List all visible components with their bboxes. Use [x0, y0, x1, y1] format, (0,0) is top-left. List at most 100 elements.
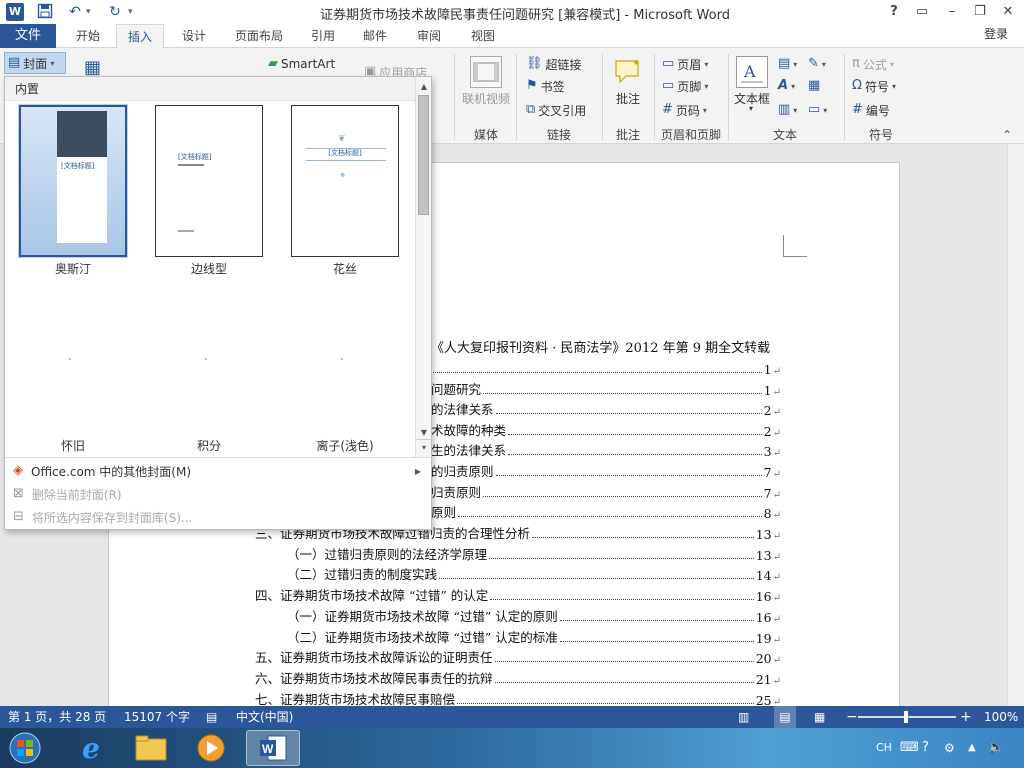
- toc-entry[interactable]: （一）证券期货市场技术故障 “过错” 认定的原则 16 ↵: [287, 605, 781, 625]
- word-count-status[interactable]: 15107 个字: [124, 706, 190, 728]
- comment-button[interactable]: 批注: [608, 90, 648, 107]
- web-layout-icon[interactable]: ▦: [814, 706, 825, 728]
- zoom-level[interactable]: 100%: [984, 706, 1018, 728]
- undo-dropdown-icon[interactable]: ▾: [86, 3, 91, 21]
- tab-review[interactable]: 审阅: [408, 24, 450, 48]
- print-layout-icon[interactable]: ▤: [774, 706, 796, 728]
- equation-button[interactable]: π 公式 ▾: [852, 54, 894, 74]
- cover-thumbnail-austin[interactable]: [文档标题]: [18, 104, 128, 258]
- restore-button[interactable]: ❐: [966, 2, 994, 22]
- cover-thumbnail-filigree[interactable]: ❦ [文档标题] ✥: [291, 105, 399, 257]
- save-selection-to-gallery[interactable]: ⊟ 将所选内容保存到封面库(S)...: [9, 506, 429, 528]
- gallery-scrollbar[interactable]: ▲ ▼ ▾: [415, 77, 432, 457]
- undo-icon[interactable]: ↶: [66, 3, 84, 21]
- tab-mailings[interactable]: 邮件: [354, 24, 396, 48]
- ribbon-display-options-button[interactable]: ▭: [908, 2, 936, 22]
- close-button[interactable]: ✕: [994, 2, 1022, 22]
- drop-cap-button[interactable]: ▥ ▾: [778, 100, 797, 120]
- help-tray-icon[interactable]: ?: [922, 728, 929, 768]
- remove-current-cover[interactable]: ⊠ 删除当前封面(R): [9, 483, 429, 505]
- symbol-button[interactable]: Ω 符号 ▾: [852, 76, 896, 96]
- cover-thumbnail-retrospect[interactable]: [69, 358, 71, 360]
- show-hidden-icons[interactable]: ▲: [968, 728, 976, 768]
- object-button[interactable]: ▭ ▾: [808, 100, 827, 120]
- header-button[interactable]: ▭ 页眉 ▾: [662, 54, 708, 74]
- toc-entry[interactable]: 生的法律关系 3 ↵: [431, 439, 781, 459]
- volume-icon[interactable]: 🔈: [988, 728, 1004, 768]
- toc-leader-dots: [433, 372, 762, 373]
- toc-entry[interactable]: 1 ↵: [431, 357, 781, 377]
- proofing-icon[interactable]: ▤: [206, 706, 217, 728]
- collapse-ribbon-icon[interactable]: ⌃: [1002, 128, 1012, 142]
- gallery-more-icon[interactable]: ▾: [416, 439, 432, 455]
- toc-entry[interactable]: 四、证券期货市场技术故障 “过错” 的认定 16 ↵: [255, 584, 781, 604]
- tab-design[interactable]: 设计: [172, 24, 216, 48]
- wordart-icon: A: [778, 78, 789, 93]
- cover-thumbnail-integral[interactable]: [205, 358, 207, 360]
- cover-page-icon: ▤: [8, 55, 21, 70]
- language-status[interactable]: 中文(中国): [236, 706, 293, 728]
- ime-indicator[interactable]: CH: [876, 728, 892, 768]
- toc-entry[interactable]: （二）证券期货市场技术故障 “过错” 认定的标准 19 ↵: [287, 626, 781, 646]
- word-app-icon[interactable]: W: [6, 3, 24, 21]
- read-mode-icon[interactable]: ▥: [738, 706, 749, 728]
- file-explorer-taskbar-icon[interactable]: [124, 730, 178, 766]
- bookmark-button[interactable]: ⚑ 书签: [526, 76, 565, 96]
- scroll-up-icon[interactable]: ▲: [416, 79, 432, 95]
- toc-entry[interactable]: 归责原则 7 ↵: [431, 481, 781, 501]
- toc-page-number: 13: [755, 527, 772, 542]
- page-count-status[interactable]: 第 1 页，共 28 页: [8, 706, 106, 728]
- gallery-scroll-thumb[interactable]: [418, 95, 429, 215]
- cross-reference-button[interactable]: ⧉ 交叉引用: [526, 100, 586, 120]
- toc-entry[interactable]: 问题研究 1 ↵: [431, 378, 781, 398]
- cover-thumbnail-sideline[interactable]: [文档标题]: [155, 105, 263, 257]
- toc-entry[interactable]: 原则 8 ↵: [431, 501, 781, 521]
- quick-parts-button[interactable]: ▤ ▾: [778, 54, 797, 74]
- table-button[interactable]: ▦: [84, 58, 101, 78]
- toc-entry[interactable]: 六、证券期货市场技术故障民事责任的抗辩 21 ↵: [255, 667, 781, 687]
- settings-tray-icon[interactable]: ⚙: [944, 728, 955, 768]
- toc-entry[interactable]: 五、证券期货市场技术故障诉讼的证明责任 20 ↵: [255, 646, 781, 666]
- tab-page-layout[interactable]: 页面布局: [226, 24, 292, 48]
- tab-insert[interactable]: 插入: [116, 24, 164, 49]
- toc-entry[interactable]: （一）过错归责原则的法经济学原理 13 ↵: [287, 543, 781, 563]
- online-video-button[interactable]: 联机视频: [458, 90, 514, 107]
- zoom-in-button[interactable]: +: [960, 706, 972, 728]
- page-corner-mark: [783, 235, 807, 257]
- keyboard-icon[interactable]: ⌨: [900, 728, 919, 768]
- toc-entry[interactable]: 七、证券期货市场技术故障民事赔偿 25 ↵: [255, 688, 781, 708]
- footer-button[interactable]: ▭ 页脚 ▾: [662, 76, 708, 96]
- tab-home[interactable]: 开始: [66, 24, 110, 48]
- hyperlink-button[interactable]: ⛓ 超链接: [526, 54, 582, 74]
- minimize-button[interactable]: –: [938, 2, 966, 22]
- customize-qat-icon[interactable]: ▾: [128, 3, 133, 21]
- toc-entry[interactable]: 术故障的种类 2 ↵: [431, 419, 781, 439]
- redo-icon[interactable]: ↻: [106, 3, 124, 21]
- vertical-scrollbar[interactable]: [1007, 144, 1024, 706]
- numbering-button[interactable]: # 编号: [852, 100, 890, 120]
- toc-entry[interactable]: （二）过错归责的制度实践 14 ↵: [287, 563, 781, 583]
- word-taskbar-icon[interactable]: W: [246, 730, 300, 766]
- save-icon[interactable]: [36, 3, 54, 21]
- internet-explorer-taskbar-icon[interactable]: e: [64, 730, 118, 766]
- toc-entry[interactable]: 的法律关系 2 ↵: [431, 398, 781, 418]
- start-button[interactable]: [0, 730, 50, 766]
- login-link[interactable]: 登录: [984, 24, 1024, 44]
- cover-button[interactable]: ▤ 封面 ▾: [4, 52, 66, 74]
- smartart-button[interactable]: ▰ SmartArt: [268, 54, 335, 74]
- cover-header-block: [57, 111, 107, 157]
- tab-references[interactable]: 引用: [302, 24, 344, 48]
- page-number-button[interactable]: # 页码 ▾: [662, 100, 707, 120]
- tab-file[interactable]: 文件: [0, 24, 56, 48]
- zoom-slider-thumb[interactable]: [904, 711, 908, 723]
- zoom-out-button[interactable]: −: [846, 706, 858, 728]
- tab-view[interactable]: 视图: [462, 24, 504, 48]
- cover-thumbnail-ion-light[interactable]: [341, 358, 343, 360]
- toc-entry[interactable]: 的归责原则 7 ↵: [431, 460, 781, 480]
- signature-line-button[interactable]: ✎ ▾: [808, 54, 826, 74]
- more-covers-office-com[interactable]: ◈ Office.com 中的其他封面(M) ▶: [9, 460, 429, 482]
- media-player-taskbar-icon[interactable]: [184, 730, 238, 766]
- help-button[interactable]: ?: [880, 2, 908, 22]
- wordart-button[interactable]: A ▾: [778, 76, 795, 96]
- date-time-button[interactable]: ▦: [808, 76, 820, 96]
